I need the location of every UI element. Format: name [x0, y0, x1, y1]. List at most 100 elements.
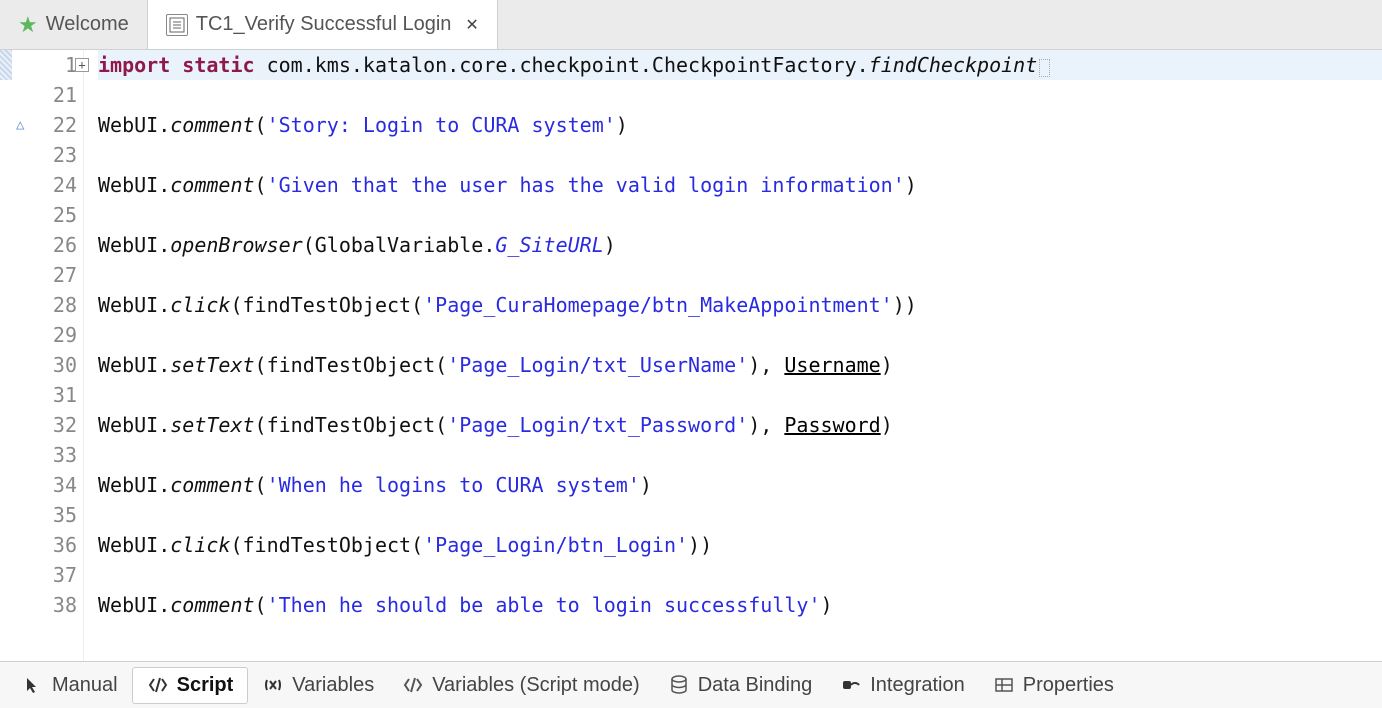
token-pkg: (findTestObject(	[255, 353, 448, 377]
token-pkg: )	[881, 413, 893, 437]
database-icon	[668, 674, 690, 696]
token-pkg: )	[640, 473, 652, 497]
token-pkg: WebUI.	[98, 293, 170, 317]
tab-script[interactable]: Script	[132, 667, 249, 704]
token-pkg: (findTestObject(	[255, 413, 448, 437]
code-area[interactable]: import static com.kms.katalon.core.check…	[84, 50, 1382, 661]
token-str: 'Page_Login/txt_UserName'	[447, 353, 748, 377]
tab-data-binding[interactable]: Data Binding	[654, 668, 827, 703]
token-pkg: (findTestObject(	[230, 293, 423, 317]
integration-icon	[840, 674, 862, 696]
code-line[interactable]: WebUI.click(findTestObject('Page_Login/b…	[98, 530, 1382, 560]
code-line[interactable]: import static com.kms.katalon.core.check…	[98, 50, 1382, 80]
token-kw: import	[98, 53, 170, 77]
gutter-line: 24	[12, 170, 77, 200]
code-line[interactable]	[98, 560, 1382, 590]
code-line[interactable]	[98, 260, 1382, 290]
token-str: 'Given that the user has the valid login…	[267, 173, 905, 197]
gutter-line: 30	[12, 350, 77, 380]
tab-integration[interactable]: Integration	[826, 668, 979, 703]
code-line[interactable]: WebUI.click(findTestObject('Page_CuraHom…	[98, 290, 1382, 320]
tab-properties[interactable]: Properties	[979, 668, 1128, 703]
star-icon: ★	[18, 12, 38, 38]
gutter-line: 23	[12, 140, 77, 170]
fold-toggle[interactable]: +	[75, 58, 89, 72]
token-pkg: ))	[688, 533, 712, 557]
btab-label: Data Binding	[698, 674, 813, 697]
code-line[interactable]: WebUI.setText(findTestObject('Page_Login…	[98, 350, 1382, 380]
token-method-i: openBrowser	[170, 233, 302, 257]
tab-label: TC1_Verify Successful Login	[196, 13, 452, 36]
token-pkg: WebUI.	[98, 473, 170, 497]
tab-variables[interactable]: Variables	[248, 668, 388, 703]
code-line[interactable]	[98, 500, 1382, 530]
grid-icon	[993, 674, 1015, 696]
token-pkg: WebUI.	[98, 533, 170, 557]
tab-variables-script[interactable]: Variables (Script mode)	[388, 668, 653, 703]
btab-label: Integration	[870, 674, 965, 697]
code-line[interactable]: WebUI.comment('Then he should be able to…	[98, 590, 1382, 620]
close-icon[interactable]: ✕	[465, 15, 478, 35]
tab-testcase[interactable]: TC1_Verify Successful Login ✕	[148, 0, 498, 49]
token-pkg: (findTestObject(	[230, 533, 423, 557]
code-line[interactable]	[98, 440, 1382, 470]
editor-tab-bar: ★ Welcome TC1_Verify Successful Login ✕	[0, 0, 1382, 50]
token-pkg: ))	[893, 293, 917, 317]
token-pkg: )	[616, 113, 628, 137]
gutter-line: 35	[12, 500, 77, 530]
tab-welcome[interactable]: ★ Welcome	[0, 0, 148, 49]
token-method-i: click	[170, 533, 230, 557]
gutter-line: 27	[12, 260, 77, 290]
gutter-line: 32	[12, 410, 77, 440]
token-pkg: (GlobalVariable.	[303, 233, 496, 257]
token-str: 'Page_Login/txt_Password'	[447, 413, 748, 437]
gutter-line: 29	[12, 320, 77, 350]
btab-label: Properties	[1023, 674, 1114, 697]
token-pkg: (	[255, 173, 267, 197]
variable-icon	[262, 674, 284, 696]
code-line[interactable]: WebUI.setText(findTestObject('Page_Login…	[98, 410, 1382, 440]
gutter-line: 31	[12, 380, 77, 410]
code-line[interactable]: WebUI.comment('When he logins to CURA sy…	[98, 470, 1382, 500]
code-line[interactable]: WebUI.comment('Given that the user has t…	[98, 170, 1382, 200]
code-line[interactable]	[98, 140, 1382, 170]
token-pkg: WebUI.	[98, 173, 170, 197]
token-under: Password	[784, 413, 880, 437]
code-icon	[147, 674, 169, 696]
token-pkg: (	[255, 113, 267, 137]
token-str: 'Page_Login/btn_Login'	[423, 533, 688, 557]
test-case-icon	[166, 14, 188, 36]
token-method-i: setText	[170, 353, 254, 377]
code-line[interactable]	[98, 380, 1382, 410]
token-pkg: )	[881, 353, 893, 377]
line-gutter: 1+2122△23242526272829303132333435363738	[12, 50, 84, 661]
token-method-i: comment	[170, 173, 254, 197]
token-str: 'Page_CuraHomepage/btn_MakeAppointment'	[423, 293, 893, 317]
code-line[interactable]	[98, 320, 1382, 350]
code-line[interactable]: WebUI.comment('Story: Login to CURA syst…	[98, 110, 1382, 140]
code-line[interactable]	[98, 80, 1382, 110]
warning-icon: △	[16, 110, 24, 140]
code-line[interactable]	[98, 200, 1382, 230]
gutter-line: 37	[12, 560, 77, 590]
gutter-line: 22△	[12, 110, 77, 140]
token-pkg: (	[255, 473, 267, 497]
token-method-i: findCheckpoint	[869, 53, 1038, 77]
gutter-line: 33	[12, 440, 77, 470]
token-method-i: comment	[170, 473, 254, 497]
gutter-line: 34	[12, 470, 77, 500]
gutter-line: 21	[12, 80, 77, 110]
btab-label: Variables (Script mode)	[432, 674, 639, 697]
token-method-i: comment	[170, 113, 254, 137]
code-editor[interactable]: 1+2122△23242526272829303132333435363738 …	[0, 50, 1382, 661]
cursor-icon	[22, 674, 44, 696]
token-str: 'When he logins to CURA system'	[267, 473, 640, 497]
token-pkg: ),	[748, 353, 784, 377]
btab-label: Manual	[52, 674, 118, 697]
tab-label: Welcome	[46, 13, 129, 36]
btab-label: Variables	[292, 674, 374, 697]
token-under: Username	[784, 353, 880, 377]
gutter-line: 1+	[12, 50, 77, 80]
code-line[interactable]: WebUI.openBrowser(GlobalVariable.G_SiteU…	[98, 230, 1382, 260]
tab-manual[interactable]: Manual	[8, 668, 132, 703]
